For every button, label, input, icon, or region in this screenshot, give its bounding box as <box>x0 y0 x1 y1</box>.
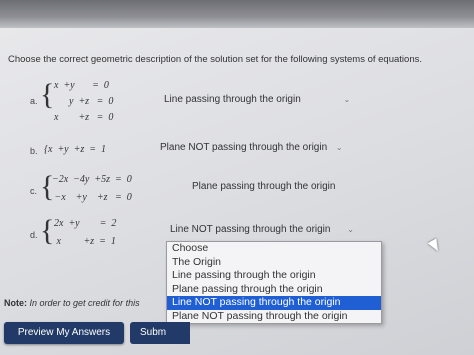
dropdown-options-list[interactable]: Choose The Origin Line passing through t… <box>166 241 382 324</box>
preview-answers-button[interactable]: Preview My Answers <box>4 322 124 344</box>
answer-select-c[interactable]: Plane passing through the origin <box>192 181 335 192</box>
system-label: c. <box>30 186 38 196</box>
chevron-down-icon: ⌄ <box>343 95 351 104</box>
dropdown-option[interactable]: Plane passing through the origin <box>167 283 381 297</box>
select-value: Plane NOT passing through the origin <box>160 142 328 153</box>
dropdown-option[interactable]: Line passing through the origin <box>167 269 381 283</box>
question-text: Choose the correct geometric description… <box>8 54 422 65</box>
equation-row: {x +y +z = 1 <box>44 144 107 155</box>
equation-row: y +z = 0 <box>54 96 114 107</box>
equation-row: x +y = 0 <box>54 80 109 91</box>
dropdown-option-highlighted[interactable]: Line NOT passing through the origin <box>167 296 381 310</box>
system-label: a. <box>30 96 38 106</box>
system-label: d. <box>30 230 38 240</box>
equation-row: x +z = 1 <box>54 236 116 247</box>
equation-row: −x +y +z = 0 <box>52 192 132 203</box>
system-label: b. <box>30 146 38 156</box>
browser-top-bar <box>0 0 474 28</box>
dropdown-option[interactable]: The Origin <box>167 256 381 270</box>
dropdown-option[interactable]: Plane NOT passing through the origin <box>167 310 381 324</box>
mouse-cursor-icon <box>427 238 443 254</box>
brace-icon: { <box>40 214 55 247</box>
note-label: Note: <box>4 298 27 308</box>
equation-row: x +z = 0 <box>54 112 114 123</box>
chevron-down-icon: ⌄ <box>335 143 343 152</box>
equation-row: 2x +y = 2 <box>54 218 117 229</box>
note-text: Note: In order to get credit for this <box>4 298 140 308</box>
chevron-down-icon: ⌄ <box>347 225 354 234</box>
brace-icon: { <box>40 78 55 111</box>
answer-select-b[interactable]: Plane NOT passing through the origin ⌄ <box>160 142 343 153</box>
select-value: Plane passing through the origin <box>192 181 336 192</box>
equation-row: −2x −4y +5z = 0 <box>52 174 132 185</box>
select-value: Line passing through the origin <box>164 94 301 105</box>
dropdown-option[interactable]: Choose <box>167 242 381 256</box>
select-value: Line NOT passing through the origin <box>170 224 331 235</box>
answer-select-d[interactable]: Line NOT passing through the origin ⌄ <box>170 224 354 235</box>
submit-button[interactable]: Subm <box>130 322 190 344</box>
answer-select-a[interactable]: Line passing through the origin ⌄ <box>164 94 350 105</box>
note-body: In order to get credit for this <box>29 298 140 308</box>
